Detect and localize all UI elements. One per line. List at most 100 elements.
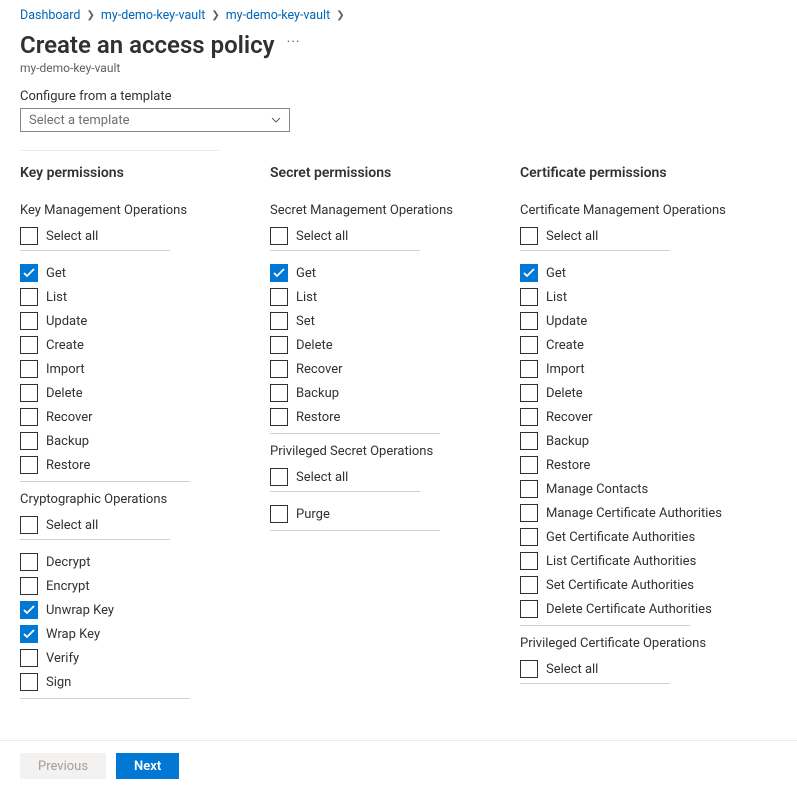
- breadcrumb-link[interactable]: my-demo-key-vault: [226, 8, 330, 23]
- permission-checkbox[interactable]: Recover: [270, 357, 510, 381]
- permission-checkbox[interactable]: Update: [520, 309, 780, 333]
- permission-checkbox[interactable]: Restore: [270, 405, 510, 429]
- select-all-checkbox[interactable]: Select all: [20, 224, 170, 248]
- permission-checkbox[interactable]: Restore: [520, 453, 780, 477]
- permission-checkbox[interactable]: Manage Certificate Authorities: [520, 501, 780, 525]
- checkbox-label: Select all: [296, 470, 348, 485]
- breadcrumb-link[interactable]: Dashboard: [20, 8, 80, 23]
- footer: Previous Next: [0, 740, 797, 791]
- checkbox-icon: [20, 227, 38, 245]
- checkbox-label: Encrypt: [46, 579, 90, 594]
- checkbox-icon: [20, 288, 38, 306]
- permission-checkbox[interactable]: Backup: [270, 381, 510, 405]
- permission-checkbox[interactable]: Manage Contacts: [520, 477, 780, 501]
- checkbox-label: Create: [46, 338, 84, 353]
- key-permissions-column: Key permissions Key Management Operation…: [20, 165, 270, 705]
- checkbox-label: Verify: [46, 651, 79, 666]
- permission-checkbox[interactable]: Get: [270, 261, 510, 285]
- checkbox-icon: [20, 456, 38, 474]
- checkbox-label: Set Certificate Authorities: [546, 578, 694, 593]
- permission-checkbox[interactable]: Backup: [20, 429, 260, 453]
- permission-checkbox[interactable]: Purge: [270, 502, 510, 526]
- permission-checkbox[interactable]: Set: [270, 309, 510, 333]
- checkbox-label: Recover: [546, 410, 593, 425]
- checkbox-label: List Certificate Authorities: [546, 554, 696, 569]
- group-label: Privileged Secret Operations: [270, 444, 510, 459]
- permission-checkbox[interactable]: Recover: [520, 405, 780, 429]
- group-divider: [270, 530, 440, 531]
- page-subtitle: my-demo-key-vault: [0, 61, 797, 89]
- checkbox-icon: [520, 600, 538, 618]
- permission-checkbox[interactable]: Encrypt: [20, 574, 260, 598]
- title-row: Create an access policy ···: [0, 27, 797, 61]
- checkbox-icon: [270, 505, 288, 523]
- permission-checkbox[interactable]: Import: [20, 357, 260, 381]
- group-divider: [20, 481, 190, 482]
- template-select[interactable]: Select a template: [20, 108, 290, 132]
- permission-checkbox[interactable]: Get: [20, 261, 260, 285]
- checkbox-icon: [520, 504, 538, 522]
- permission-checkbox[interactable]: Update: [20, 309, 260, 333]
- permission-checkbox[interactable]: Delete Certificate Authorities: [520, 597, 780, 621]
- checkbox-icon: [520, 552, 538, 570]
- permission-checkbox[interactable]: Delete: [20, 381, 260, 405]
- checkbox-label: Manage Contacts: [546, 482, 648, 497]
- checkbox-label: Delete: [296, 338, 333, 353]
- checkbox-icon: [20, 516, 38, 534]
- checkbox-icon: [520, 456, 538, 474]
- permission-checkbox[interactable]: Import: [520, 357, 780, 381]
- checkbox-icon: [520, 312, 538, 330]
- page-title: Create an access policy: [20, 31, 275, 59]
- checkbox-icon: [20, 312, 38, 330]
- checkbox-icon: [20, 601, 38, 619]
- checkbox-icon: [520, 432, 538, 450]
- permission-checkbox[interactable]: Unwrap Key: [20, 598, 260, 622]
- permission-checkbox[interactable]: List: [270, 285, 510, 309]
- group-label: Key Management Operations: [20, 203, 260, 218]
- breadcrumb-link[interactable]: my-demo-key-vault: [101, 8, 205, 23]
- next-button[interactable]: Next: [116, 753, 179, 779]
- permission-checkbox[interactable]: Get: [520, 261, 780, 285]
- checkbox-label: Unwrap Key: [46, 603, 114, 618]
- previous-button[interactable]: Previous: [20, 753, 106, 779]
- chevron-down-icon: [271, 117, 281, 123]
- checkbox-icon: [20, 432, 38, 450]
- permission-checkbox[interactable]: Backup: [520, 429, 780, 453]
- permission-checkbox[interactable]: Verify: [20, 646, 260, 670]
- checkbox-icon: [20, 625, 38, 643]
- permission-checkbox[interactable]: List Certificate Authorities: [520, 549, 780, 573]
- permission-checkbox[interactable]: Delete: [270, 333, 510, 357]
- permission-checkbox[interactable]: Wrap Key: [20, 622, 260, 646]
- checkbox-icon: [270, 408, 288, 426]
- checkbox-label: Select all: [46, 518, 98, 533]
- checkbox-icon: [520, 528, 538, 546]
- select-all-checkbox[interactable]: Select all: [520, 657, 670, 681]
- checkbox-label: Backup: [296, 386, 339, 401]
- permission-checkbox[interactable]: Create: [520, 333, 780, 357]
- checkbox-icon: [270, 227, 288, 245]
- select-all-checkbox[interactable]: Select all: [270, 224, 420, 248]
- select-all-checkbox[interactable]: Select all: [520, 224, 670, 248]
- permission-checkbox[interactable]: List: [20, 285, 260, 309]
- checkbox-label: Decrypt: [46, 555, 90, 570]
- permission-checkbox[interactable]: Decrypt: [20, 550, 260, 574]
- permission-checkbox[interactable]: Recover: [20, 405, 260, 429]
- checkbox-icon: [520, 336, 538, 354]
- more-actions-button[interactable]: ···: [287, 34, 301, 56]
- template-section: Configure from a template Select a templ…: [0, 89, 797, 142]
- secret-permissions-column: Secret permissions Secret Management Ope…: [270, 165, 520, 705]
- permission-checkbox[interactable]: Sign: [20, 670, 260, 694]
- permission-checkbox[interactable]: Delete: [520, 381, 780, 405]
- permission-checkbox[interactable]: Set Certificate Authorities: [520, 573, 780, 597]
- group-divider: [270, 433, 440, 434]
- permission-checkbox[interactable]: List: [520, 285, 780, 309]
- divider: [20, 150, 220, 151]
- permission-checkbox[interactable]: Restore: [20, 453, 260, 477]
- permission-checkbox[interactable]: Get Certificate Authorities: [520, 525, 780, 549]
- permission-checkbox[interactable]: Create: [20, 333, 260, 357]
- select-all-checkbox[interactable]: Select all: [20, 513, 170, 537]
- select-all-checkbox[interactable]: Select all: [270, 465, 420, 489]
- checkbox-label: Delete: [546, 386, 583, 401]
- checkbox-icon: [520, 660, 538, 678]
- checkbox-label: Delete: [46, 386, 83, 401]
